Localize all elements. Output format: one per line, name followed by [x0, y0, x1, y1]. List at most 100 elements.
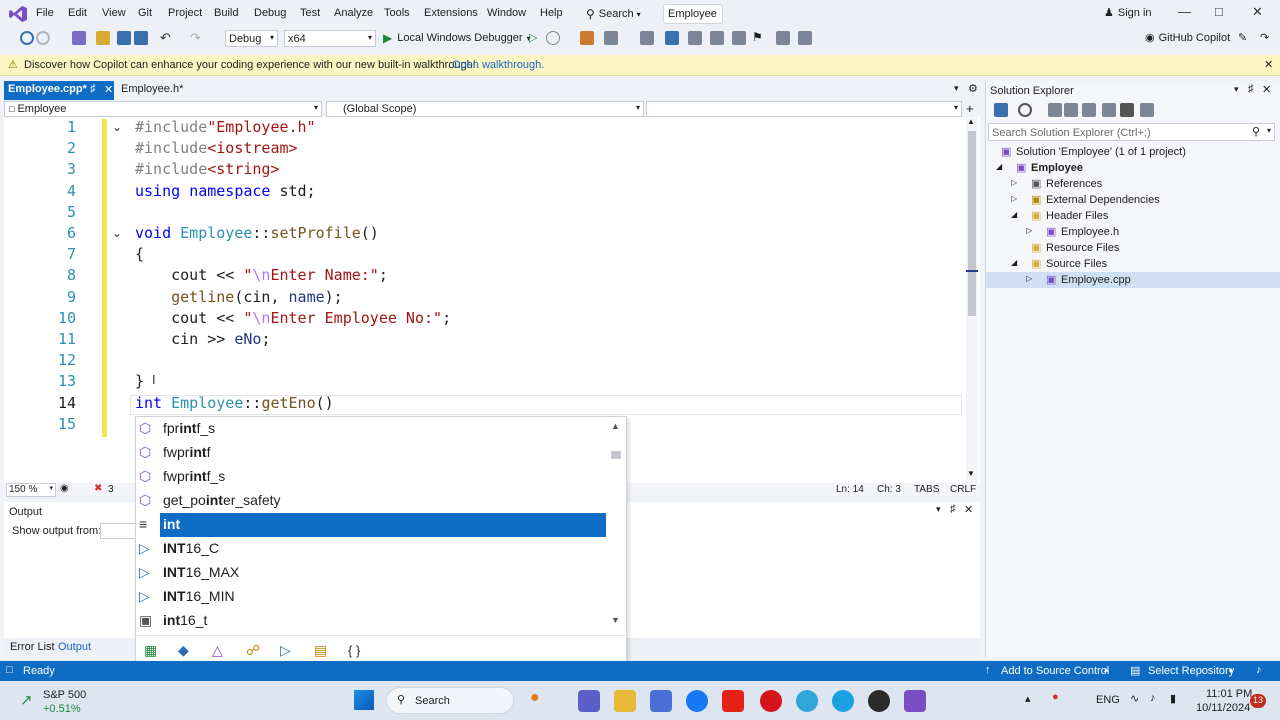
- braces-icon[interactable]: { }: [348, 643, 360, 658]
- sign-in-button[interactable]: ♟ Sign in: [1104, 6, 1152, 20]
- volume-icon[interactable]: ♪: [1150, 692, 1156, 704]
- macro-icon[interactable]: ▷: [280, 642, 291, 659]
- code-line[interactable]: void Employee::setProfile(): [135, 224, 379, 242]
- taskbar-search[interactable]: ⚲ Search: [386, 687, 514, 714]
- menu-window[interactable]: Window: [487, 7, 526, 19]
- stock-name[interactable]: S&P 500: [43, 689, 86, 701]
- windows-start-icon[interactable]: [354, 690, 374, 710]
- completion-item[interactable]: ≡ int: [136, 513, 626, 537]
- maximize-button[interactable]: □: [1215, 4, 1223, 19]
- chevron-down-icon[interactable]: ▾: [1267, 126, 1271, 135]
- column-indicator[interactable]: Ch: 3: [877, 484, 901, 495]
- pin-icon[interactable]: ♯: [950, 503, 956, 515]
- tree-item[interactable]: ◢ ▣ Employee: [986, 160, 1280, 176]
- code-line[interactable]: {: [135, 245, 144, 263]
- code-line[interactable]: getline(cin, name);: [135, 288, 343, 306]
- output-source-select[interactable]: [100, 523, 140, 539]
- skype-icon[interactable]: [832, 690, 854, 712]
- expander-icon[interactable]: ▷: [1011, 178, 1017, 187]
- tab-employee-h[interactable]: Employee.h*: [117, 81, 185, 100]
- indent-indicator[interactable]: TABS: [914, 484, 939, 495]
- scroll-up-icon[interactable]: ▲: [967, 117, 975, 126]
- all-icon[interactable]: ▦: [144, 642, 157, 659]
- expander-icon[interactable]: ◢: [1011, 210, 1017, 219]
- indent-icon[interactable]: [688, 31, 702, 45]
- pending-changes-icon[interactable]: [1048, 103, 1062, 117]
- code-line[interactable]: cout << "\nEnter Employee No:";: [135, 309, 451, 327]
- store-icon[interactable]: [650, 690, 672, 712]
- tray-chevron-icon[interactable]: ▴: [1025, 692, 1031, 705]
- collapse-all-icon[interactable]: [1064, 103, 1078, 117]
- share-icon[interactable]: ↷: [1260, 31, 1269, 44]
- completion-item[interactable]: ⬡ fprintf_s: [136, 417, 626, 441]
- browse-icon[interactable]: [580, 31, 594, 45]
- collapse-icon[interactable]: ⌄: [112, 226, 122, 240]
- history-icon[interactable]: [1018, 103, 1032, 117]
- scroll-up-icon[interactable]: ▲: [611, 421, 620, 431]
- tab-output[interactable]: Output: [58, 641, 91, 653]
- scrollbar-thumb[interactable]: [968, 131, 976, 316]
- new-project-icon[interactable]: [72, 31, 86, 45]
- properties-icon[interactable]: [1120, 103, 1134, 117]
- code-line[interactable]: }: [135, 372, 144, 390]
- panel-menu-icon[interactable]: ▾: [936, 504, 941, 515]
- stock-chart-icon[interactable]: ↗: [20, 691, 33, 709]
- zoom-select[interactable]: 150 % ▾: [6, 483, 56, 497]
- teams-icon[interactable]: [578, 690, 600, 712]
- code-line[interactable]: cout << "\nEnter Name:";: [135, 266, 388, 284]
- show-all-files-icon[interactable]: [1082, 103, 1096, 117]
- battery-icon[interactable]: ▮: [1170, 692, 1176, 705]
- vertical-scrollbar[interactable]: ▲ ▼: [966, 117, 978, 483]
- project-scope-select[interactable]: □ Employee ▾: [4, 101, 322, 117]
- align-icon[interactable]: [665, 31, 679, 45]
- completion-item[interactable]: ▷ INT16_MIN: [136, 585, 626, 609]
- save-all-icon[interactable]: [134, 31, 148, 45]
- completion-scrollbar[interactable]: ▲ ▼: [606, 417, 626, 633]
- github-desktop-icon[interactable]: [868, 690, 890, 712]
- pin-icon[interactable]: ♯: [90, 83, 96, 95]
- save-icon[interactable]: [117, 31, 131, 45]
- comment-icon[interactable]: [640, 31, 654, 45]
- search-icon[interactable]: ⚲: [1252, 125, 1260, 138]
- bookmark-icon[interactable]: ⚑: [752, 30, 763, 44]
- outdent-icon[interactable]: [710, 31, 724, 45]
- tree-item[interactable]: ▷ ▣ Employee.cpp: [986, 272, 1280, 288]
- close-icon[interactable]: ✕: [964, 503, 973, 516]
- scrollbar-thumb[interactable]: [611, 451, 621, 459]
- line-indicator[interactable]: Ln: 14: [836, 484, 864, 495]
- expander-icon[interactable]: ◢: [1011, 258, 1017, 267]
- tree-item[interactable]: ▷ ▣ External Dependencies: [986, 192, 1280, 208]
- menu-test[interactable]: Test: [300, 7, 320, 19]
- menu-file[interactable]: File: [36, 7, 54, 19]
- clock-date[interactable]: 10/11/2024: [1196, 702, 1250, 714]
- completion-item[interactable]: ⬡ fwprintf: [136, 441, 626, 465]
- settings-icon[interactable]: ⚙: [968, 82, 978, 95]
- minimize-button[interactable]: —: [1178, 4, 1191, 19]
- open-walkthrough-link[interactable]: Open walkthrough.: [452, 59, 544, 71]
- close-info-icon[interactable]: ✕: [1264, 58, 1273, 71]
- tree-item[interactable]: ▷ ▣ References: [986, 176, 1280, 192]
- code-line[interactable]: #include<iostream>: [135, 139, 298, 157]
- code-line[interactable]: cin >> eNo;: [135, 330, 270, 348]
- notification-badge[interactable]: 13: [1250, 694, 1266, 708]
- completion-item[interactable]: ⬡ get_pointer_safety: [136, 489, 626, 513]
- menu-view[interactable]: View: [102, 7, 126, 19]
- configuration-select[interactable]: Debug ▾: [225, 30, 278, 47]
- file-explorer-icon[interactable]: [614, 690, 636, 712]
- completion-item[interactable]: ▷ INT16_C: [136, 537, 626, 561]
- microphone-icon[interactable]: ●: [1052, 691, 1059, 703]
- uncomment-icon[interactable]: [732, 31, 746, 45]
- menu-git[interactable]: Git: [138, 7, 152, 19]
- expander-icon[interactable]: ▷: [1011, 194, 1017, 203]
- clock-time[interactable]: 11:01 PM: [1206, 688, 1252, 700]
- add-to-source-control[interactable]: Add to Source Control: [1001, 665, 1109, 677]
- tab-employee-cpp[interactable]: Employee.cpp* ♯ ✕: [4, 81, 114, 100]
- bookmark-next-icon[interactable]: [798, 31, 812, 45]
- menu-build[interactable]: Build: [214, 7, 238, 19]
- pin-icon[interactable]: ♯: [1248, 83, 1254, 95]
- hot-reload-icon[interactable]: [546, 31, 560, 45]
- start-without-debugging-icon[interactable]: ▷: [529, 31, 537, 44]
- global-scope-select[interactable]: (Global Scope) ▾: [326, 101, 644, 117]
- member-select[interactable]: ▾: [646, 101, 962, 117]
- link-icon[interactable]: ☍: [246, 642, 260, 659]
